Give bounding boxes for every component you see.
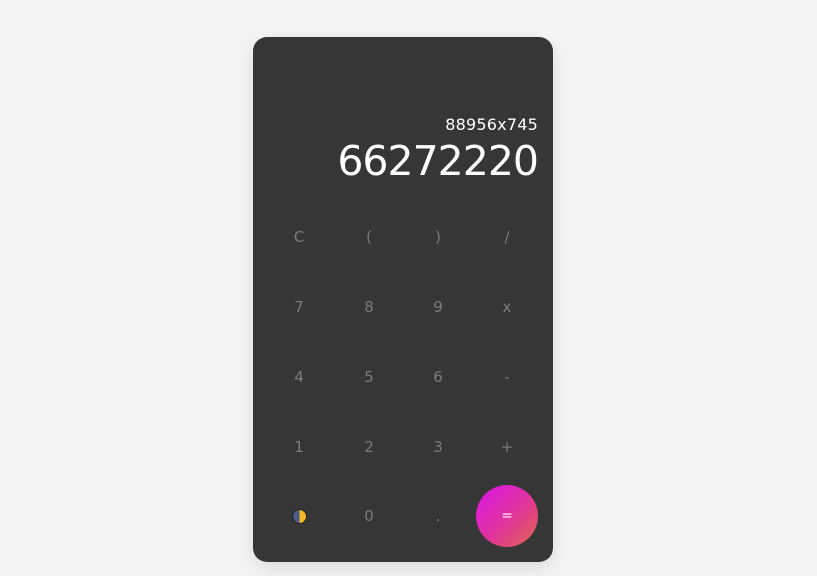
two-button[interactable]: 2 <box>338 416 400 478</box>
seven-button[interactable]: 7 <box>268 276 330 338</box>
decimal-button[interactable]: . <box>407 485 469 547</box>
divide-button[interactable]: / <box>476 206 538 268</box>
plus-button[interactable]: + <box>476 416 538 478</box>
theme-toggle-button[interactable] <box>268 485 330 547</box>
expression-display: 88956x745 <box>445 115 538 134</box>
calculator-panel: 88956x745 66272220 C ( ) / 7 8 9 x 4 5 6… <box>253 37 553 562</box>
zero-button[interactable]: 0 <box>338 485 400 547</box>
four-button[interactable]: 4 <box>268 346 330 408</box>
result-display: 66272220 <box>337 137 539 185</box>
eight-button[interactable]: 8 <box>338 276 400 338</box>
multiply-button[interactable]: x <box>476 276 538 338</box>
close-paren-button[interactable]: ) <box>407 206 469 268</box>
five-button[interactable]: 5 <box>338 346 400 408</box>
open-paren-button[interactable]: ( <box>338 206 400 268</box>
three-button[interactable]: 3 <box>407 416 469 478</box>
half-moon-sun-icon <box>291 508 307 524</box>
nine-button[interactable]: 9 <box>407 276 469 338</box>
equals-button[interactable]: = <box>476 485 538 547</box>
six-button[interactable]: 6 <box>407 346 469 408</box>
minus-button[interactable]: - <box>476 346 538 408</box>
one-button[interactable]: 1 <box>268 416 330 478</box>
clear-button[interactable]: C <box>268 206 330 268</box>
